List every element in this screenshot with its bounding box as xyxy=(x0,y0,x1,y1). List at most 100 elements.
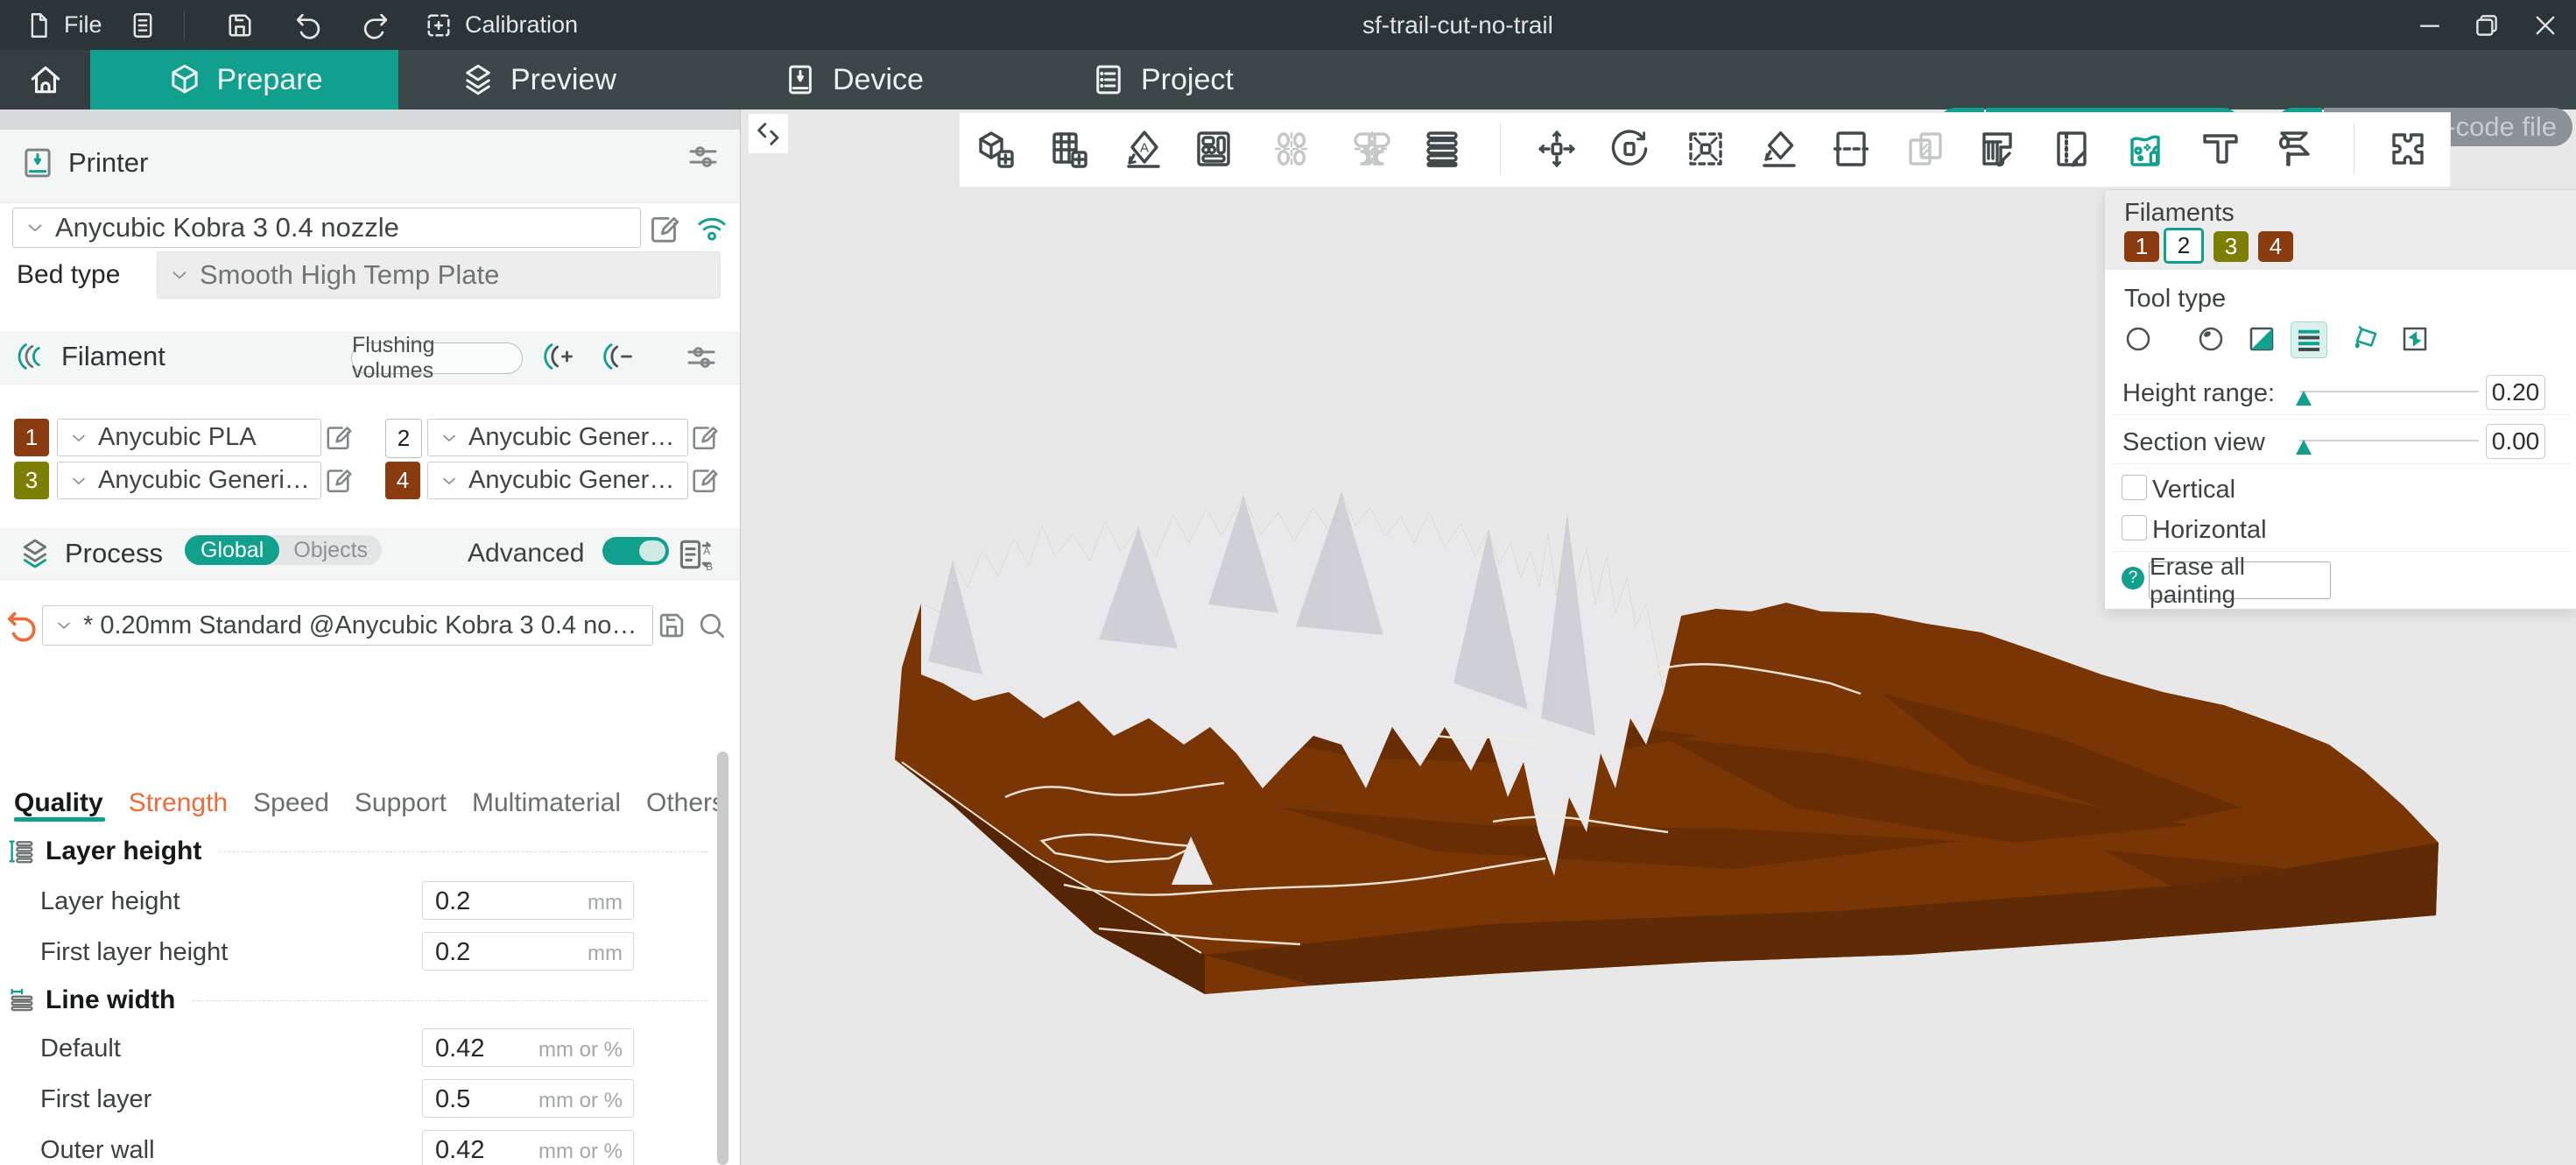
edit-printer-icon[interactable] xyxy=(646,211,681,246)
triangle-fill-tool-icon[interactable] xyxy=(2244,321,2279,357)
smart-fill-tool-icon[interactable] xyxy=(2397,321,2432,357)
tab-multimaterial[interactable]: Multimaterial xyxy=(472,788,621,818)
redo-button[interactable] xyxy=(359,0,392,50)
edit-filament-2-icon[interactable] xyxy=(688,421,720,453)
filament-1-chip[interactable]: 1 xyxy=(14,419,49,456)
paint-filament-1-chip[interactable]: 1 xyxy=(2124,231,2159,262)
save-preset-icon[interactable] xyxy=(655,609,688,642)
split-to-objects-icon[interactable] xyxy=(1264,122,1319,176)
variable-layer-height-icon[interactable] xyxy=(1415,122,1469,176)
tab-project-label: Project xyxy=(1141,63,1234,97)
paint-filament-2-chip-selected[interactable]: 2 xyxy=(2164,228,2204,264)
filament-1-select[interactable]: Anycubic PLA xyxy=(57,419,321,456)
save-button[interactable] xyxy=(224,0,256,50)
restore-button[interactable] xyxy=(2461,5,2512,45)
filament-3-select[interactable]: Anycubic Generic P... xyxy=(57,462,321,499)
horizontal-checkbox[interactable] xyxy=(2122,515,2147,540)
layer-height-input[interactable]: 0.2 mm xyxy=(422,881,634,920)
height-range-slider[interactable] xyxy=(2299,391,2479,392)
edit-filament-4-icon[interactable] xyxy=(688,464,720,496)
add-filament-icon[interactable] xyxy=(538,339,574,374)
compare-presets-icon[interactable]: AB xyxy=(676,535,714,574)
measure-icon[interactable] xyxy=(2264,122,2319,176)
filament-3-chip[interactable]: 3 xyxy=(14,462,49,499)
section-view-slider[interactable] xyxy=(2299,440,2479,441)
remove-filament-icon[interactable] xyxy=(598,339,633,374)
undo-button[interactable] xyxy=(292,0,325,50)
paint-filament-3-chip[interactable]: 3 xyxy=(2214,231,2249,262)
tab-speed[interactable]: Speed xyxy=(253,788,329,818)
calibration-menu[interactable]: Calibration xyxy=(423,0,578,50)
height-range-tool-icon-selected[interactable] xyxy=(2291,321,2327,358)
cut-icon[interactable] xyxy=(1824,122,1878,176)
mesh-boolean-icon[interactable] xyxy=(1898,122,1953,176)
param-row: Outer wall 0.42 mm or % xyxy=(40,1130,653,1165)
sphere-brush-tool-icon[interactable] xyxy=(2193,321,2228,357)
auto-orient-icon[interactable]: A xyxy=(1116,122,1171,176)
scope-objects-button[interactable]: Objects xyxy=(279,538,382,563)
paint-filament-4-chip[interactable]: 4 xyxy=(2258,231,2293,262)
add-object-icon[interactable] xyxy=(968,122,1022,176)
advanced-toggle[interactable] xyxy=(602,537,669,565)
help-icon[interactable]: ? xyxy=(2122,567,2144,590)
filament-2-chip[interactable]: 2 xyxy=(385,419,422,458)
filament-settings-icon[interactable] xyxy=(683,339,720,376)
scale-icon[interactable] xyxy=(1679,122,1733,176)
lay-on-face-icon[interactable] xyxy=(1752,122,1806,176)
process-preset-value: * 0.20mm Standard @Anycubic Kobra 3 0.4 … xyxy=(83,611,642,640)
split-to-parts-icon[interactable] xyxy=(1345,122,1399,176)
rotate-icon[interactable] xyxy=(1602,122,1657,176)
seam-painting-icon[interactable] xyxy=(2045,122,2099,176)
edit-filament-3-icon[interactable] xyxy=(322,464,354,496)
sidebar-scrollbar[interactable] xyxy=(717,752,728,1165)
reset-preset-icon[interactable] xyxy=(2,607,40,646)
tab-prepare[interactable]: Prepare xyxy=(90,50,398,109)
printer-settings-icon[interactable] xyxy=(685,138,721,175)
first-layer-height-input[interactable]: 0.2 mm xyxy=(422,932,634,971)
flushing-volumes-button[interactable]: Flushing volumes xyxy=(351,342,523,374)
advanced-label: Advanced xyxy=(468,539,584,568)
printer-preset-select[interactable]: Anycubic Kobra 3 0.4 nozzle xyxy=(12,208,641,248)
close-button[interactable] xyxy=(2520,5,2571,45)
scope-global-button[interactable]: Global xyxy=(185,535,279,565)
minimize-button[interactable] xyxy=(2404,5,2455,45)
file-menu[interactable]: File xyxy=(24,0,102,50)
first-layer-line-width-input[interactable]: 0.5 mm or % xyxy=(422,1079,634,1118)
document-menu-button[interactable] xyxy=(128,0,158,50)
text-tool-icon[interactable] xyxy=(2192,122,2247,176)
color-painting-icon[interactable] xyxy=(2118,122,2172,176)
outer-wall-line-width-input[interactable]: 0.42 mm or % xyxy=(422,1130,634,1165)
collapse-sidebar-button[interactable] xyxy=(749,114,788,153)
edit-filament-1-icon[interactable] xyxy=(322,421,354,453)
assembly-view-icon[interactable] xyxy=(2381,122,2435,176)
tab-device[interactable]: Device xyxy=(782,50,924,109)
tab-others[interactable]: Others xyxy=(646,788,725,818)
home-button[interactable] xyxy=(0,50,90,109)
filament-4-chip[interactable]: 4 xyxy=(385,462,420,499)
process-preset-select[interactable]: * 0.20mm Standard @Anycubic Kobra 3 0.4 … xyxy=(42,605,653,646)
section-view-slider-thumb[interactable] xyxy=(2296,440,2312,455)
erase-all-painting-button[interactable]: Erase all painting xyxy=(2149,561,2331,599)
bucket-fill-tool-icon[interactable] xyxy=(2347,321,2382,357)
filament-2-select[interactable]: Anycubic Generic P... xyxy=(427,419,688,456)
default-line-width-input[interactable]: 0.42 mm or % xyxy=(422,1028,634,1067)
arrange-icon[interactable] xyxy=(1186,122,1241,176)
vertical-checkbox[interactable] xyxy=(2122,475,2147,500)
height-range-value-input[interactable]: 0.20 xyxy=(2486,375,2545,410)
search-preset-icon[interactable] xyxy=(695,609,728,642)
tab-quality[interactable]: Quality xyxy=(14,788,103,818)
wifi-connect-icon[interactable] xyxy=(693,209,730,246)
tab-strength[interactable]: Strength xyxy=(129,788,228,818)
tab-support[interactable]: Support xyxy=(355,788,447,818)
title-bar: File Calibration sf-trail-cut-no-trail xyxy=(0,0,2576,50)
add-plate-icon[interactable] xyxy=(1041,122,1095,176)
move-icon[interactable] xyxy=(1530,122,1584,176)
support-painting-icon[interactable] xyxy=(1970,122,2024,176)
tab-preview[interactable]: Preview xyxy=(460,50,616,109)
section-view-value-input[interactable]: 0.00 xyxy=(2486,424,2545,459)
circle-brush-tool-icon[interactable] xyxy=(2121,321,2156,357)
tab-project[interactable]: Project xyxy=(1090,50,1234,109)
bed-type-select[interactable]: Smooth High Temp Plate xyxy=(157,251,721,299)
height-range-slider-thumb[interactable] xyxy=(2296,391,2312,406)
filament-4-select[interactable]: Anycubic Generic P... xyxy=(427,462,688,499)
